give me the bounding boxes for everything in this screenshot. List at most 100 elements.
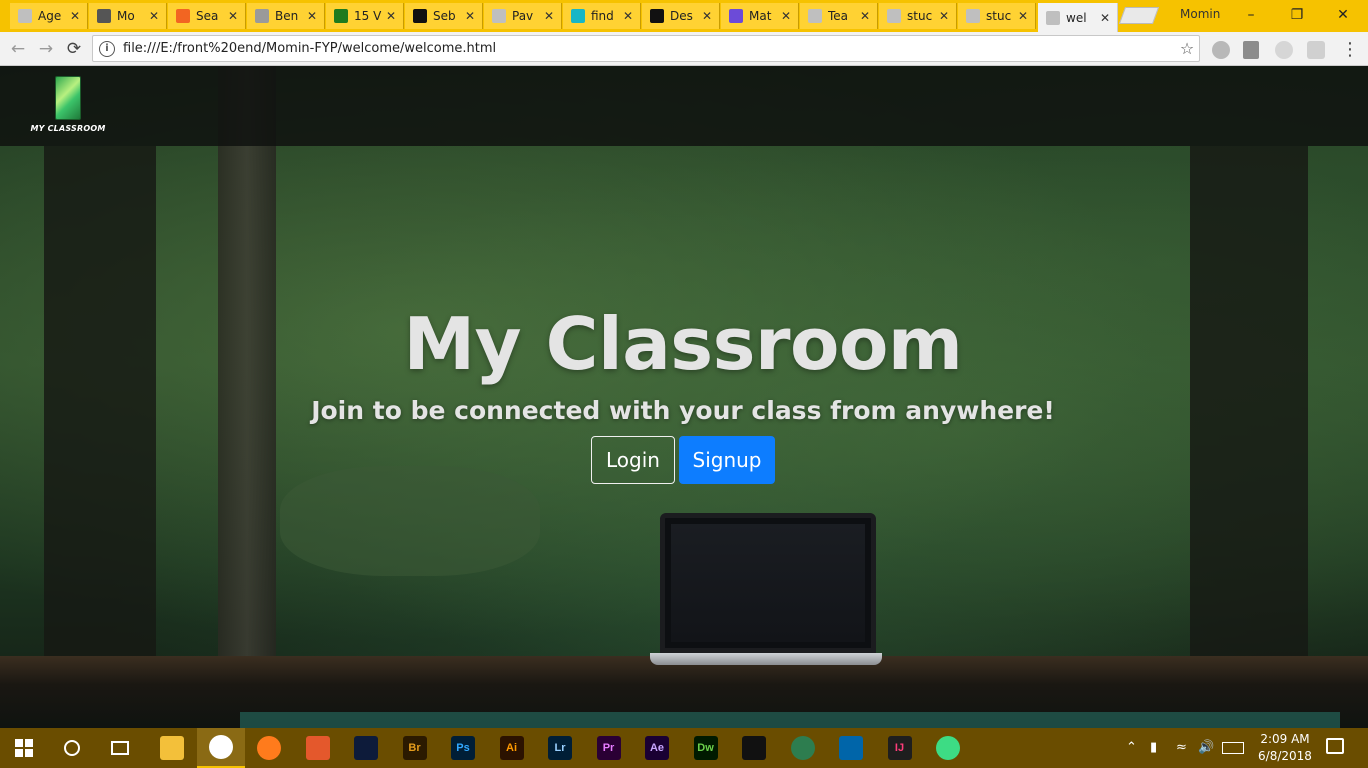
taskbar-app[interactable]: Ps [439, 728, 487, 768]
tab-title: find [591, 9, 614, 23]
page-icon [966, 9, 980, 23]
tab-title: wel [1066, 10, 1087, 25]
signup-button[interactable]: Signup [679, 436, 775, 484]
browser-tab[interactable]: stuc ✕ [958, 3, 1036, 29]
taskbar-app[interactable] [245, 728, 293, 768]
tab-title: Seb [433, 9, 456, 23]
taskbar-app[interactable] [827, 728, 875, 768]
page-icon [887, 9, 901, 23]
taskbar-app[interactable]: Pr [585, 728, 633, 768]
browser-tab[interactable]: Seb ✕ [405, 3, 483, 29]
tab-close-icon[interactable]: ✕ [146, 9, 162, 23]
browser-tab[interactable]: Ben ✕ [247, 3, 325, 29]
close-window-icon[interactable]: ✕ [1320, 0, 1366, 30]
wifi-icon[interactable]: ≈ [1176, 740, 1187, 755]
start-windows-icon[interactable] [0, 728, 48, 768]
tab-title: Ben [275, 9, 299, 23]
tab-close-icon[interactable]: ✕ [225, 9, 241, 23]
tab-close-icon[interactable]: ✕ [541, 9, 557, 23]
battery-icon[interactable]: ▮ [1150, 740, 1157, 755]
task-view-icon[interactable] [96, 728, 144, 768]
browser-tab[interactable]: Mo ✕ [89, 3, 167, 29]
tab-close-icon[interactable]: ✕ [67, 9, 83, 23]
laptop-base [650, 653, 882, 665]
forward-icon[interactable]: → [34, 37, 58, 61]
mo-icon [97, 9, 111, 23]
photoshop-icon: Ps [451, 736, 475, 760]
taskbar-app[interactable] [730, 728, 778, 768]
browser-tab[interactable]: Tea ✕ [800, 3, 878, 29]
browser-tab[interactable]: 15 V ✕ [326, 3, 404, 29]
unity-icon [742, 736, 766, 760]
upwork-icon [334, 9, 348, 23]
page-viewport: MY CLASSROOM My Classroom Join to be con… [0, 66, 1368, 728]
taskbar-app[interactable] [342, 728, 390, 768]
browser-tab[interactable]: find ✕ [563, 3, 641, 29]
login-button[interactable]: Login [591, 436, 675, 484]
browser-toolbar: ← → ⟳ i file:///E:/front%20end/Momin-FYP… [0, 32, 1368, 66]
taskbar-app[interactable] [779, 728, 827, 768]
tab-title: stuc [907, 9, 933, 23]
browser-tab[interactable]: Des ✕ [642, 3, 720, 29]
minimize-icon[interactable]: – [1228, 0, 1274, 30]
react-extension-icon[interactable] [1275, 41, 1293, 59]
browser-tab[interactable]: Pav ✕ [484, 3, 562, 29]
browser-tab[interactable]: Age ✕ [10, 3, 88, 29]
profile-name[interactable]: Momin [1180, 7, 1220, 21]
tab-title: Pav [512, 9, 534, 23]
url-text[interactable]: file:///E:/front%20end/Momin-FYP/welcome… [123, 41, 1175, 56]
volume-icon[interactable]: 🔊 [1198, 740, 1214, 755]
tray-chevron-icon[interactable]: ⌃ [1126, 740, 1137, 755]
tab-close-icon[interactable]: ✕ [936, 9, 952, 23]
system-clock[interactable]: 2:09 AM 6/8/2018 [1256, 731, 1314, 765]
page-icon [18, 9, 32, 23]
taskbar-app[interactable]: Br [391, 728, 439, 768]
tab-close-icon[interactable]: ✕ [304, 9, 320, 23]
notifications-icon[interactable] [1326, 738, 1344, 754]
bookmark-star-icon[interactable]: ☆ [1175, 39, 1199, 58]
browser-tab[interactable]: Mat ✕ [721, 3, 799, 29]
tab-close-icon[interactable]: ✕ [778, 9, 794, 23]
taskbar-app[interactable]: Lr [536, 728, 584, 768]
tab-close-icon[interactable]: ✕ [699, 9, 715, 23]
globe-extension-icon[interactable] [1212, 41, 1230, 59]
back-icon[interactable]: ← [6, 37, 30, 61]
taskbar-app[interactable]: IJ [876, 728, 924, 768]
menu-icon[interactable]: ⋮ [1338, 37, 1362, 61]
taskbar-app[interactable] [148, 728, 196, 768]
browser-tab[interactable]: wel ✕ [1038, 3, 1118, 32]
tab-title: Mat [749, 9, 772, 23]
keyboard-icon[interactable] [1222, 742, 1244, 754]
tab-close-icon[interactable]: ✕ [1015, 9, 1031, 23]
dreamweaver-icon: Dw [693, 736, 718, 760]
premiere-icon: Pr [596, 736, 621, 760]
tab-close-icon[interactable]: ✕ [383, 9, 399, 23]
eyedropper-extension-icon[interactable] [1243, 41, 1259, 59]
seb-icon [413, 9, 427, 23]
taskbar-app[interactable] [924, 728, 972, 768]
tab-close-icon[interactable]: ✕ [1097, 11, 1113, 25]
tab-close-icon[interactable]: ✕ [857, 9, 873, 23]
reload-icon[interactable]: ⟳ [62, 37, 86, 61]
logo-book-icon [55, 76, 81, 120]
site-logo[interactable]: MY CLASSROOM [30, 76, 106, 133]
taskbar-app[interactable]: Dw [682, 728, 730, 768]
intellij-icon: IJ [887, 736, 912, 760]
cortana-icon[interactable] [48, 728, 96, 768]
taskbar-app[interactable]: Ai [488, 728, 536, 768]
taskbar-app[interactable] [196, 728, 245, 768]
tab-close-icon[interactable]: ✕ [462, 9, 478, 23]
info-icon[interactable]: i [99, 40, 115, 57]
frame-post-left [44, 146, 156, 728]
tab-close-icon[interactable]: ✕ [620, 9, 636, 23]
taskbar-app[interactable] [294, 728, 342, 768]
vscode-icon [839, 736, 863, 760]
restore-icon[interactable]: ❐ [1274, 0, 1320, 30]
taskbar-app[interactable]: Ae [633, 728, 681, 768]
address-bar[interactable]: i file:///E:/front%20end/Momin-FYP/welco… [92, 35, 1200, 62]
browser-tab[interactable]: stuc ✕ [879, 3, 957, 29]
extension-icon[interactable] [1307, 41, 1325, 59]
browser-tab[interactable]: Sea ✕ [168, 3, 246, 29]
taskbar: Br Ps Ai Lr Pr Ae Dw IJ ⌃ ▮ ≈ 🔊 2:09 AM 6/8/201… [0, 728, 1368, 768]
new-tab-button[interactable] [1118, 7, 1160, 24]
